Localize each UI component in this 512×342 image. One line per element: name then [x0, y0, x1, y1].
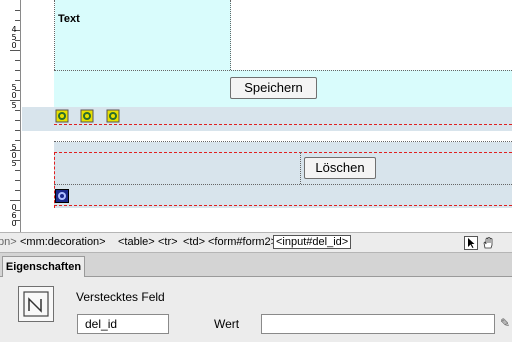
tag-item[interactable]: <mm:decoration> — [20, 236, 106, 248]
ruler-label: 5 — [11, 101, 17, 110]
value-label: Wert — [214, 317, 240, 331]
properties-panel-header: Eigenschaften — [0, 253, 512, 277]
ruler-label: 5 — [11, 33, 17, 42]
value-field[interactable] — [261, 314, 495, 334]
ruler-label: 6 — [11, 211, 17, 220]
ruler-label: 0 — [11, 91, 17, 100]
ruler-label: 5 — [11, 83, 17, 92]
ruler-label: 0 — [11, 151, 17, 160]
delete-button[interactable]: Löschen — [304, 157, 376, 179]
edit-icon[interactable]: ✎ — [500, 316, 510, 330]
hidden-field-type-icon — [18, 286, 54, 322]
tag-item[interactable]: <form#form2> — [208, 236, 277, 248]
hidden-field-icon[interactable] — [55, 109, 69, 123]
tag-item[interactable]: <tr> — [158, 236, 178, 248]
ruler-label: 5 — [11, 159, 17, 168]
tab-properties[interactable]: Eigenschaften — [2, 256, 85, 277]
tag-item[interactable]: <td> — [183, 236, 205, 248]
save-button[interactable]: Speichern — [230, 77, 317, 99]
select-tool-icon[interactable] — [464, 236, 478, 250]
hidden-field-icon-selected[interactable] — [55, 189, 69, 203]
ruler-label: 0 — [11, 41, 17, 50]
ruler-label: 5 — [11, 143, 17, 152]
design-canvas[interactable]: Text Speichern Löschen — [22, 0, 512, 232]
ruler-label: 0 — [11, 203, 17, 212]
element-type-label: Verstecktes Feld — [76, 290, 165, 304]
tag-item[interactable]: <table> — [118, 236, 155, 248]
ruler-label: 4 — [11, 25, 17, 34]
hidden-field-icon[interactable] — [106, 109, 120, 123]
properties-panel: Verstecktes Feld del_id Wert ✎ — [0, 277, 512, 342]
text-cell[interactable]: Text — [54, 0, 231, 70]
ruler-label: 0 — [11, 219, 17, 228]
name-field[interactable]: del_id — [77, 314, 169, 334]
tag-item[interactable]: pn> — [0, 236, 17, 248]
tag-item-current[interactable]: <input#del_id> — [273, 235, 352, 249]
tag-selector: pn> <mm:decoration> <table> <tr> <td> <f… — [0, 232, 512, 253]
vertical-ruler: 4 5 0 5 0 5 5 0 5 0 6 0 — [0, 0, 21, 232]
hidden-fields-row — [22, 107, 512, 131]
hidden-field-icon[interactable] — [80, 109, 94, 123]
hand-tool-icon[interactable] — [481, 236, 495, 250]
text-cell-label: Text — [58, 13, 80, 25]
spacer-cell — [22, 0, 55, 70]
